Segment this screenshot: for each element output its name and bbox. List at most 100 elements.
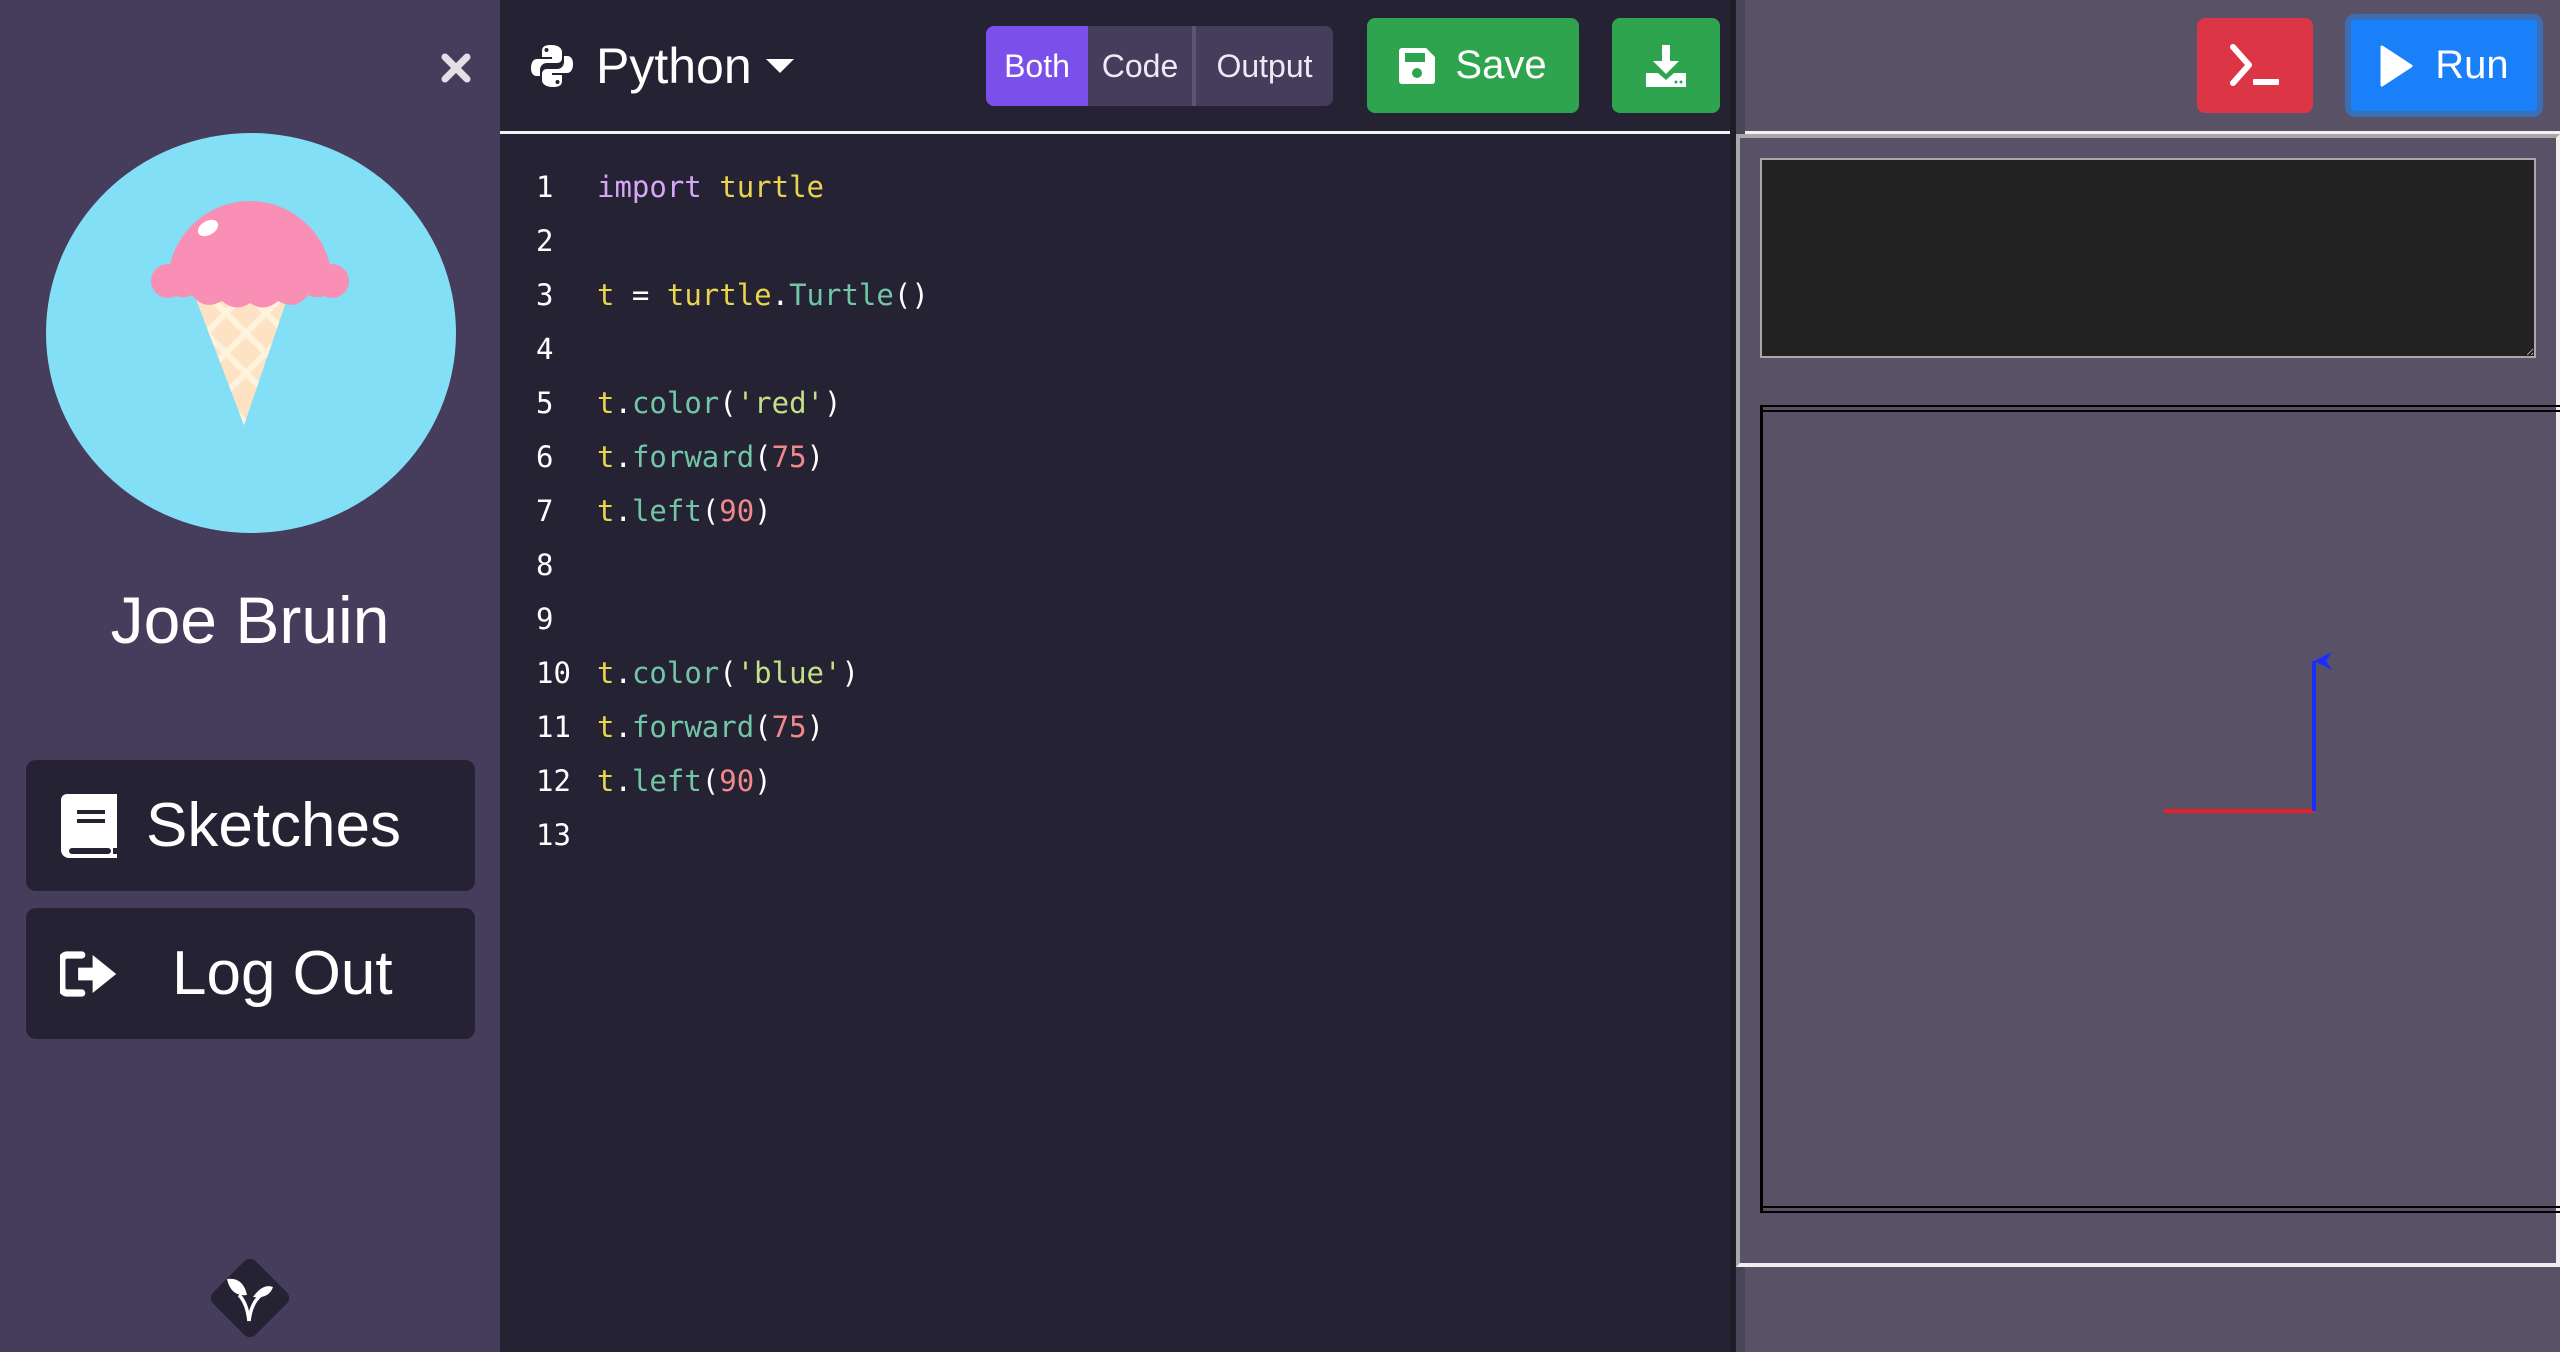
- code-token: (: [754, 440, 772, 474]
- code-lines: 1 import turtle 2 3 t = turtle.Turtle() 4 5 t.c…: [500, 160, 929, 862]
- log-out-button[interactable]: Log Out: [26, 908, 475, 1039]
- terminal-button[interactable]: [2197, 18, 2313, 113]
- line-number: 5: [536, 386, 554, 420]
- download-button[interactable]: [1612, 18, 1720, 113]
- line-code: t.left(90): [597, 484, 772, 538]
- code-token: (: [754, 710, 772, 744]
- view-both-button[interactable]: Both: [986, 26, 1088, 106]
- terminal-icon: [2230, 43, 2279, 86]
- code-token: ): [824, 386, 842, 420]
- line-code: import turtle: [597, 160, 824, 214]
- code-line: 5 t.color('red'): [500, 376, 929, 430]
- line-code: t.forward(75): [597, 430, 824, 484]
- code-token: t: [597, 656, 615, 690]
- code-line: 6 t.forward(75): [500, 430, 929, 484]
- run-button[interactable]: Run: [2345, 14, 2543, 117]
- code-token: (: [701, 764, 720, 798]
- code-token: forward: [631, 440, 755, 474]
- line-number: 8: [536, 548, 554, 582]
- save-button[interactable]: Save: [1367, 18, 1579, 113]
- code-token: (: [719, 656, 737, 690]
- code-token: t: [597, 278, 615, 312]
- line-code: t.color('blue'): [597, 646, 859, 700]
- code-token: Turtle: [789, 278, 894, 312]
- code-token: 75: [771, 440, 807, 474]
- code-line: 2: [500, 214, 929, 268]
- code-token: color: [631, 656, 720, 690]
- line-number: 13: [536, 818, 571, 852]
- console-input[interactable]: [1760, 158, 2536, 358]
- turtle-canvas: [1760, 405, 2560, 1213]
- code-token: (: [701, 494, 720, 528]
- code-token: 'blue': [736, 656, 842, 690]
- play-icon: [2380, 45, 2413, 86]
- code-token: t: [597, 764, 615, 798]
- run-label: Run: [2435, 43, 2509, 87]
- line-number: 3: [536, 278, 554, 312]
- code-token: left: [631, 494, 702, 528]
- close-icon: [441, 53, 471, 83]
- code-token: =: [614, 278, 667, 312]
- code-token: ): [841, 656, 859, 690]
- code-token: .: [614, 764, 632, 798]
- code-token: 'red': [736, 386, 825, 420]
- code-token: 90: [719, 494, 755, 528]
- code-token: ): [806, 710, 825, 744]
- user-name: Joe Bruin: [110, 583, 390, 657]
- language-dropdown[interactable]: Python: [530, 36, 794, 96]
- canvas-bottom-border: [1763, 1206, 2560, 1213]
- code-token: .: [614, 440, 632, 474]
- code-token: t: [597, 440, 615, 474]
- ice-cream-avatar-icon: [151, 201, 349, 425]
- view-mode-toggle: Both Code Output: [986, 26, 1333, 106]
- code-line: 13: [500, 808, 929, 862]
- code-token: ): [806, 440, 825, 474]
- code-token: ): [754, 764, 772, 798]
- line-number: 12: [536, 764, 571, 798]
- line-code: t = turtle.Turtle(): [597, 268, 929, 322]
- code-token: 90: [719, 764, 755, 798]
- code-token: turtle: [719, 170, 824, 204]
- code-line: 1 import turtle: [500, 160, 929, 214]
- code-line: 10 t.color('blue'): [500, 646, 929, 700]
- close-sidebar-button[interactable]: [438, 50, 474, 86]
- save-label: Save: [1455, 43, 1547, 87]
- code-token: forward: [631, 710, 755, 744]
- line-number: 2: [536, 224, 554, 258]
- language-label: Python: [596, 38, 752, 94]
- save-icon: [1399, 47, 1436, 84]
- line-number: 1: [536, 170, 554, 204]
- book-icon: [60, 793, 118, 858]
- code-token: import: [597, 170, 702, 204]
- python-icon: [531, 45, 573, 87]
- chevron-down-icon: [765, 59, 794, 73]
- code-token: .: [614, 494, 632, 528]
- code-token: .: [614, 656, 632, 690]
- line-code: t.forward(75): [597, 700, 824, 754]
- code-token: 75: [771, 710, 807, 744]
- code-token: t: [597, 494, 615, 528]
- code-token: (): [893, 278, 929, 312]
- app-logo[interactable]: [203, 1251, 297, 1345]
- view-output-button[interactable]: Output: [1196, 26, 1333, 106]
- code-editor[interactable]: 1 import turtle 2 3 t = turtle.Turtle() 4 5 t.c…: [500, 134, 1730, 1352]
- code-token: .: [614, 386, 632, 420]
- code-token: .: [614, 710, 632, 744]
- line-number: 7: [536, 494, 554, 528]
- code-token: t: [597, 386, 615, 420]
- code-line: 4: [500, 322, 929, 376]
- line-number: 6: [536, 440, 554, 474]
- line-code: t.color('red'): [597, 376, 842, 430]
- view-code-button[interactable]: Code: [1088, 26, 1196, 106]
- sketches-button[interactable]: Sketches: [26, 760, 475, 891]
- code-token: t: [597, 710, 615, 744]
- line-number: 11: [536, 710, 571, 744]
- sketches-label: Sketches: [146, 791, 402, 860]
- line-number: 10: [536, 656, 571, 690]
- line-number: 4: [536, 332, 554, 366]
- log-out-label: Log Out: [172, 939, 393, 1008]
- code-token: turtle: [666, 278, 772, 312]
- turtle-drawing: [2164, 652, 2332, 813]
- code-line: 9: [500, 592, 929, 646]
